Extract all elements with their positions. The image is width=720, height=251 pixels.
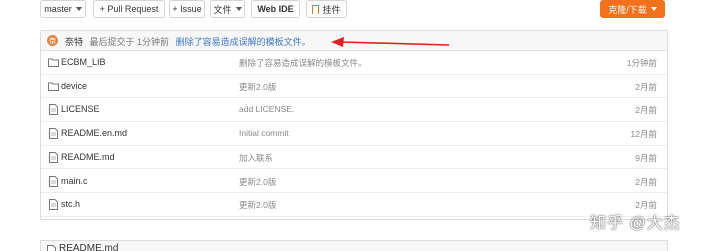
file-table: 奈 奈特 最后提交于 1分钟前 删除了容易造成误解的模板文件。 ECBM_LIB… (40, 30, 668, 220)
file-commit-message[interactable]: 更新2.0版 (239, 199, 276, 211)
file-commit-message[interactable]: Initial commit (239, 128, 289, 138)
avatar[interactable]: 奈 (47, 35, 58, 46)
file-icon (49, 104, 58, 116)
clone-download-button[interactable]: 克隆/下载 (600, 0, 665, 18)
pull-request-button[interactable]: + Pull Request (93, 0, 165, 18)
commit-meta: 最后提交于 1分钟前 (89, 37, 170, 47)
file-commit-message[interactable]: 更新2.0版 (239, 81, 276, 93)
chevron-down-icon (235, 7, 242, 11)
chevron-down-icon (650, 7, 657, 11)
file-menu-button[interactable]: 文件 (210, 0, 245, 18)
table-row[interactable]: main.c 更新2.0版 2月前 (41, 170, 667, 193)
annotation-arrow-icon (331, 37, 450, 47)
file-icon (47, 245, 56, 251)
file-commit-time: 2月前 (635, 105, 657, 116)
repo-toolbar: master + Pull Request + Issue 文件 Web IDE… (0, 0, 720, 22)
issue-button[interactable]: + Issue (169, 0, 205, 18)
latest-commit-info: 奈特 最后提交于 1分钟前 删除了容易造成误解的模板文件。 (65, 35, 311, 48)
file-name-link[interactable]: device (61, 81, 87, 91)
table-row[interactable]: ECBM_LIB 删除了容易造成误解的模板文件。 1分钟前 (41, 51, 667, 75)
branch-label: master (44, 4, 72, 14)
readme-label: README.md (59, 243, 119, 251)
file-name-link[interactable]: ECBM_LIB (61, 57, 106, 67)
file-name-link[interactable]: README.md (61, 152, 115, 162)
file-commit-message[interactable]: add LICENSE. (239, 104, 294, 114)
readme-header: README.md (40, 240, 668, 251)
table-row[interactable]: README.md 加入联系 9月前 (41, 146, 667, 170)
commit-author[interactable]: 奈特 (65, 37, 83, 47)
file-name-link[interactable]: LICENSE (61, 104, 100, 114)
file-name-link[interactable]: stc.h (61, 199, 80, 209)
table-row[interactable]: stc.h 更新2.0版 2月前 (41, 193, 667, 217)
bookmark-icon (312, 4, 320, 16)
file-commit-time: 1分钟前 (626, 58, 657, 68)
watermark: 知乎 @大杰 (590, 215, 681, 232)
folder-icon (48, 58, 59, 67)
chevron-down-icon (75, 7, 82, 11)
file-commit-time: 9月前 (635, 152, 657, 163)
file-icon (49, 175, 58, 187)
web-ide-button[interactable]: Web IDE (251, 0, 300, 18)
table-row[interactable]: README.en.md Initial commit 12月前 (41, 122, 667, 146)
file-commit-time: 12月前 (630, 129, 657, 140)
plugin-button[interactable]: 挂件 (306, 0, 347, 18)
file-commit-message[interactable]: 加入联系 (239, 152, 273, 164)
folder-icon (48, 82, 59, 91)
commit-message-link[interactable]: 删除了容易造成误解的模板文件。 (176, 37, 311, 47)
file-menu-label: 文件 (213, 4, 232, 15)
file-icon (49, 199, 58, 211)
table-row[interactable]: LICENSE add LICENSE. 2月前 (41, 98, 667, 122)
file-icon (49, 151, 58, 163)
file-commit-message[interactable]: 删除了容易造成误解的模板文件。 (239, 57, 367, 69)
file-commit-time: 2月前 (635, 176, 657, 187)
branch-select[interactable]: master (40, 0, 86, 18)
file-name-link[interactable]: README.en.md (61, 128, 127, 138)
file-commit-message[interactable]: 更新2.0版 (239, 176, 276, 188)
table-row[interactable]: device 更新2.0版 2月前 (41, 75, 667, 99)
file-icon (49, 128, 58, 140)
file-commit-time: 2月前 (635, 81, 657, 92)
file-name-link[interactable]: main.c (61, 176, 88, 186)
clone-label: 克隆/下载 (608, 4, 647, 15)
plugin-label: 挂件 (322, 4, 341, 15)
